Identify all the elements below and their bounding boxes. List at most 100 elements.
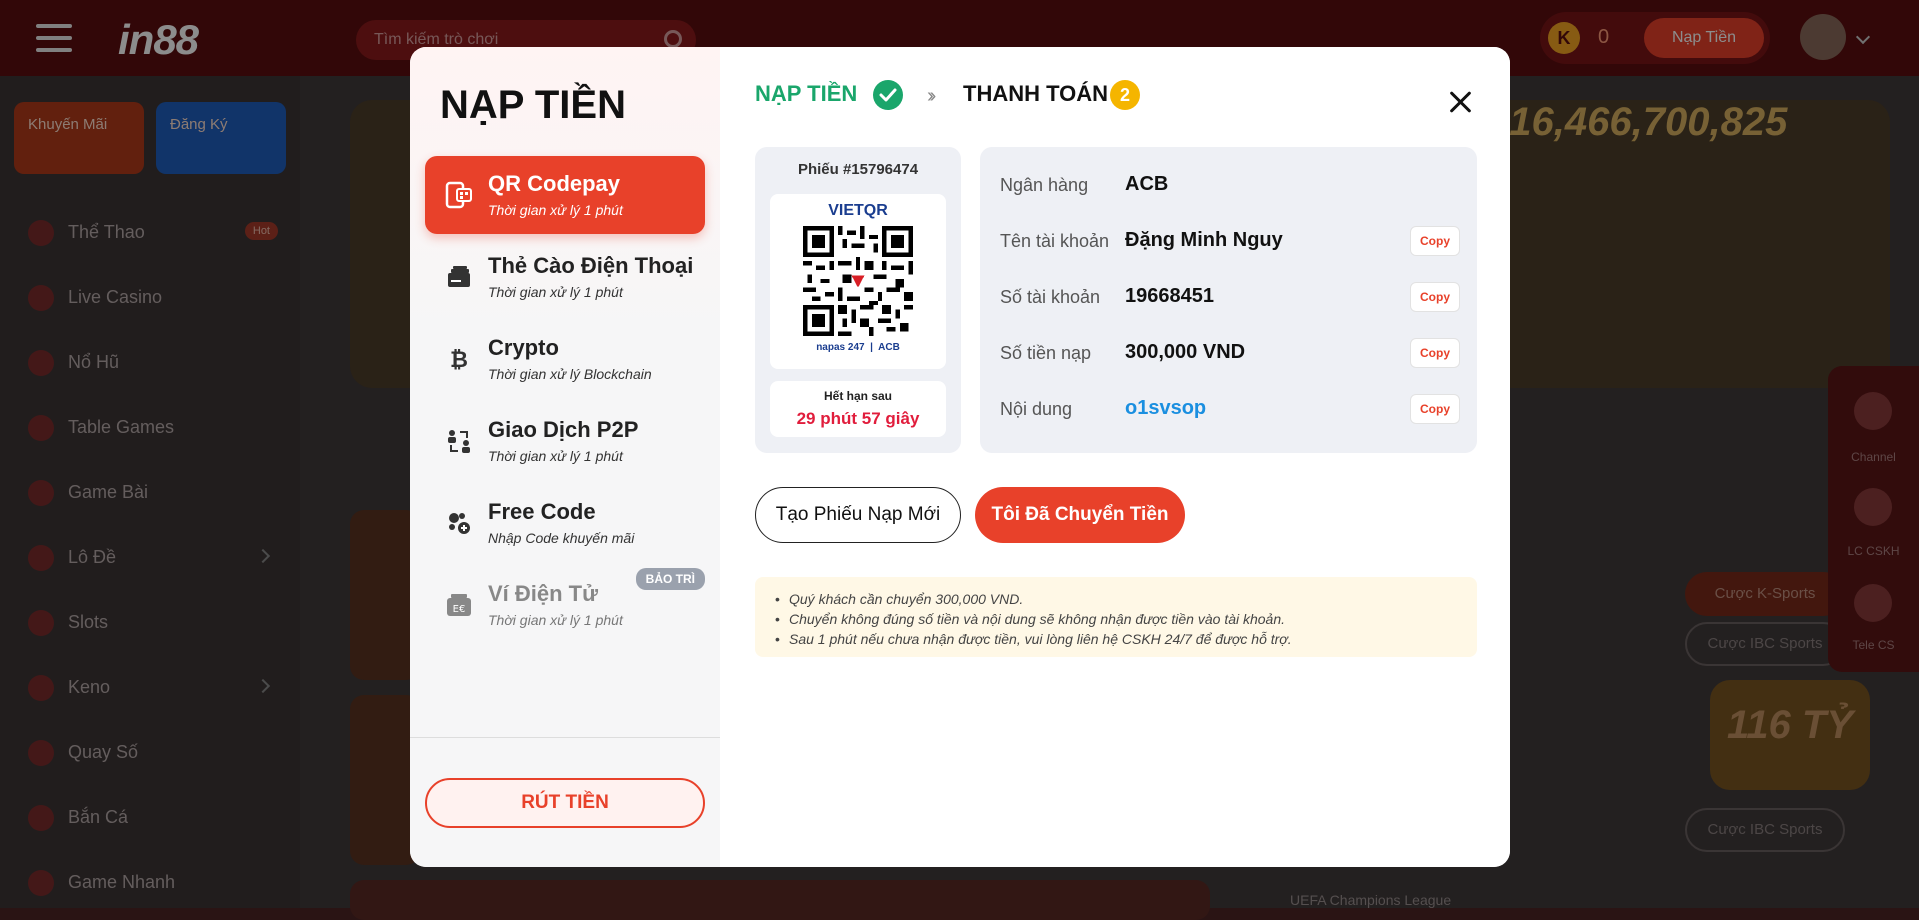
bet-ibc-button[interactable]: Cược IBC Sports [1685,622,1845,666]
bitcoin-icon: ₿ [450,348,468,373]
method-name: Giao Dịch P2P [488,417,639,442]
p2p-transfer-icon [448,430,470,453]
info-value: o1svsop [1125,397,1207,419]
sidebar-item-live-casino[interactable]: Live Casino [28,277,278,317]
step-thanh-toan: THANH TOÁN [963,81,1109,106]
sidebar-item-keno[interactable]: Keno [28,667,278,707]
trophy-banner[interactable]: 116 TỶ [1710,680,1870,790]
qr-code-image [803,226,913,336]
qr-code-icon [445,181,472,209]
sidebar-item-game-bai[interactable]: Game Bài [28,472,278,512]
payment-methods-panel: NẠP TIỀN QR Codepay Thời gian xử lý 1 ph… [410,47,720,867]
method-crypto[interactable]: ₿ Crypto Thời gian xử lý Blockchain [425,320,705,398]
sidebar-item-lo-de[interactable]: Lô Đề [28,537,278,577]
vietqr-logo: VIETQR [828,202,888,219]
right-float-panel: Channel LC CSKH Tele CS [1828,366,1919,672]
casino-icon [28,285,54,312]
header-deposit-button[interactable]: Nạp Tiền [1644,18,1764,58]
hot-badge: Hot [244,222,278,240]
sports-icon [28,220,54,247]
promo-khuyen-mai[interactable]: Khuyến Mãi [14,102,144,174]
jackpot-icon [28,350,54,377]
channel-label: Channel [1851,450,1896,464]
method-name: Thẻ Cào Điện Thoại [488,253,694,278]
svg-text:₿: ₿ [450,348,468,373]
info-value: Đặng Minh Nguy [1125,229,1283,251]
new-ticket-button[interactable]: Tạo Phiếu Nạp Mới [755,487,961,543]
sidebar-item-ban-ca[interactable]: Bắn Cá [28,797,278,837]
method-vi-dien-tu[interactable]: E€ Ví Điện Tử Thời gian xử lý 1 phút BẢO… [425,566,705,644]
info-label: Số tiền nạp [1000,343,1092,363]
site-logo[interactable]: in88 [118,16,199,64]
balance-value: 0 [1598,26,1610,48]
info-row-account-name: Tên tài khoản Đặng Minh Nguy Copy [1000,221,1460,261]
notice-box: Quý khách cần chuyển 300,000 VND. Chuyển… [755,577,1477,657]
method-name: QR Codepay [488,171,621,196]
chevron-right-icon [255,548,271,564]
method-giao-dich-p2p[interactable]: Giao Dịch P2P Thời gian xử lý 1 phút [425,402,705,480]
sidebar-item-slots[interactable]: Slots [28,602,278,642]
chevron-down-icon[interactable] [1855,29,1871,45]
bank-info-panel: Ngân hàng ACB Tên tài khoản Đặng Minh Ng… [980,147,1477,453]
coin-icon: K [1548,22,1580,54]
method-subtitle: Thời gian xử lý 1 phút [488,284,623,300]
double-chevron-right-icon: ›› [927,85,937,107]
qr-panel: Phiếu #15796474 VIETQR napas 247 | ACB H… [755,147,961,453]
search-icon[interactable] [664,30,682,48]
notice-item: Chuyển không đúng số tiền và nội dung sẽ… [775,609,1457,629]
info-row-amount: Số tiền nạp 300,000 VND Copy [1000,333,1460,373]
method-name: Crypto [488,335,559,360]
keno-icon [28,675,54,702]
copy-account-name-button[interactable]: Copy [1410,226,1460,256]
close-icon[interactable] [1445,86,1477,118]
napas-logo: napas 247 [816,342,865,353]
info-value: 300,000 VND [1125,341,1246,363]
avatar[interactable] [1800,14,1846,60]
lucky-draw-icon [28,740,54,767]
expire-countdown: 29 phút 57 giây [796,409,920,428]
notice-item: Quý khách cần chuyển 300,000 VND. [775,589,1457,609]
method-qr-codepay[interactable]: QR Codepay Thời gian xử lý 1 phút [425,156,705,234]
payment-details-panel: NẠP TIỀN ›› THANH TOÁN 2 Phiếu #15796474… [720,47,1510,867]
qr-footer: napas 247 | ACB [816,342,900,353]
info-row-bank: Ngân hàng ACB [1000,165,1460,205]
phone-card-icon [448,266,470,287]
bet-ibc-button[interactable]: Cược IBC Sports [1685,808,1845,852]
copy-amount-button[interactable]: Copy [1410,338,1460,368]
telegram-icon[interactable] [1854,584,1892,622]
menu-icon[interactable] [36,24,72,54]
chat-icon[interactable] [1854,488,1892,526]
channel-icon[interactable] [1854,392,1892,430]
sidebar-item-no-hu[interactable]: Nổ Hũ [28,342,278,382]
ticket-number: Phiếu #15796474 [797,161,919,178]
copy-account-number-button[interactable]: Copy [1410,282,1460,312]
withdraw-button[interactable]: RÚT TIỀN [425,778,705,828]
transferred-button[interactable]: Tôi Đã Chuyển Tiền [975,487,1185,543]
sidebar-item-table-games[interactable]: Table Games [28,407,278,447]
league-label: UEFA Champions League [1290,892,1452,908]
method-name: Free Code [488,499,596,524]
info-value: 19668451 [1125,285,1214,307]
acb-logo: ACB [878,342,900,353]
jackpot-value: 116,466,700,825 [1490,100,1788,144]
chevron-right-icon [255,678,271,694]
sidebar-item-the-thao[interactable]: Thể Thao Hot [28,212,278,252]
notice-item: Sau 1 phút nếu chưa nhận được tiền, vui … [775,629,1457,649]
info-label: Nội dung [1000,399,1073,419]
sidebar-item-game-nhanh[interactable]: Game Nhanh [28,862,278,902]
method-the-cao-dien-thoai[interactable]: Thẻ Cào Điện Thoại Thời gian xử lý 1 phú… [425,238,705,316]
lottery-icon [28,545,54,572]
copy-content-button[interactable]: Copy [1410,394,1460,424]
method-subtitle: Thời gian xử lý 1 phút [488,612,623,628]
divider [410,737,720,738]
bet-ksports-button[interactable]: Cược K-Sports [1685,572,1845,616]
method-free-code[interactable]: Free Code Nhập Code khuyến mãi [425,484,705,562]
promo-dang-ky[interactable]: Đăng Ký [156,102,286,174]
method-name: Ví Điện Tử [488,581,599,606]
cards-icon [28,480,54,507]
info-value: ACB [1125,173,1169,195]
info-row-content: Nội dung o1svsop Copy [1000,389,1460,429]
game-strip[interactable] [350,880,1210,920]
fish-icon [28,805,54,832]
sidebar-item-quay-so[interactable]: Quay Số [28,732,278,772]
